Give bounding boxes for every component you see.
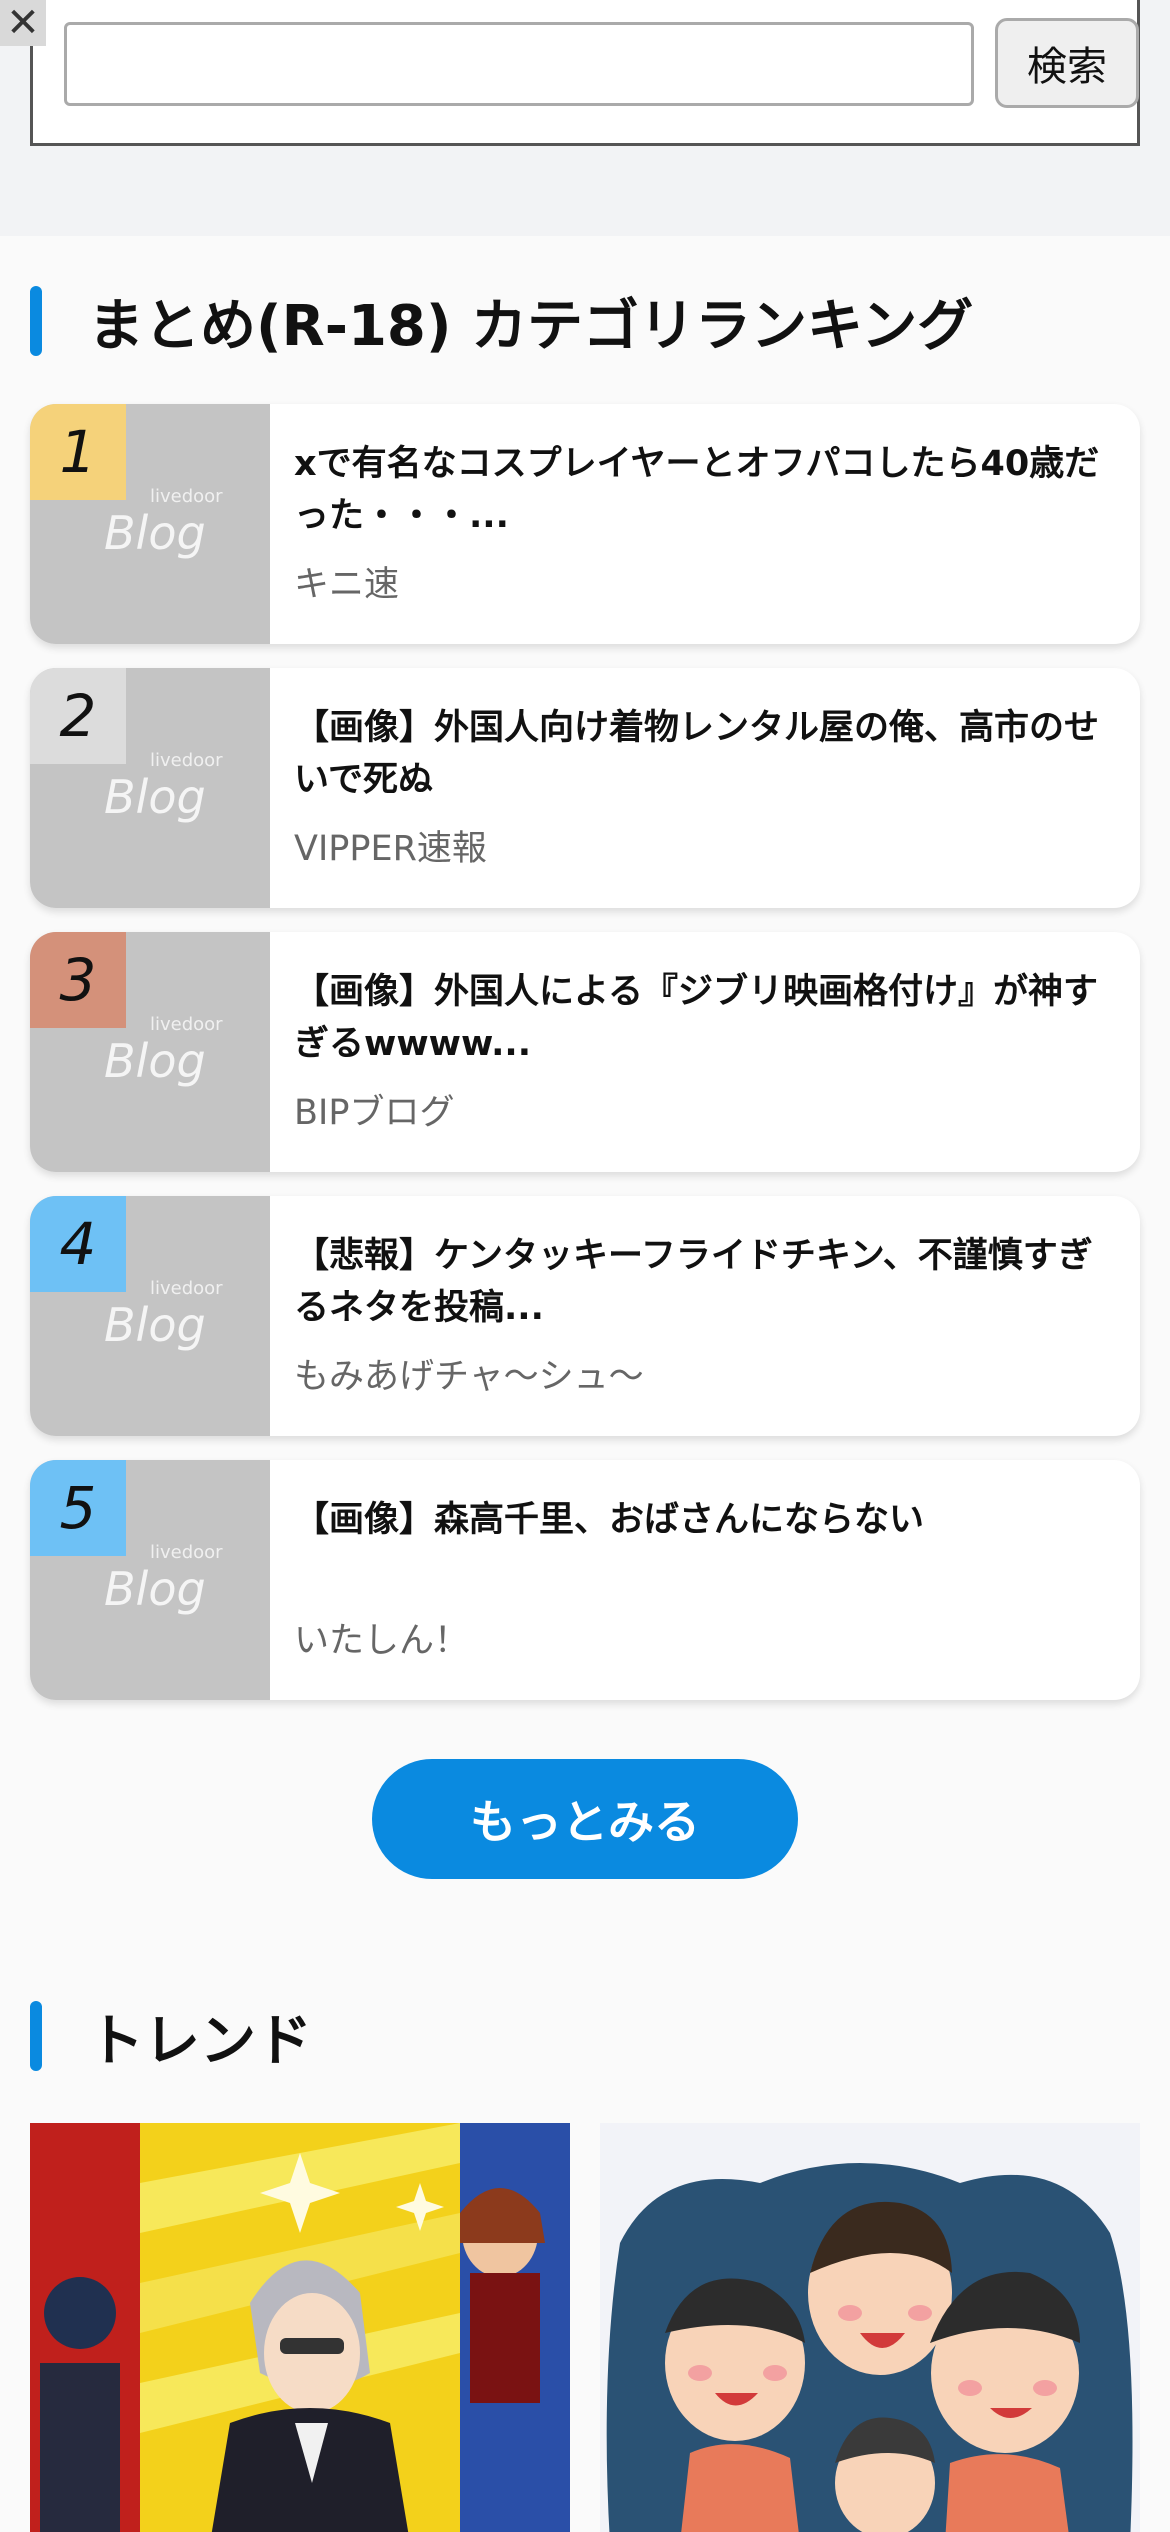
rank-badge: 5 (30, 1460, 126, 1556)
title-accent-bar (30, 286, 42, 356)
thumbnail: livedoor Blog 4 (30, 1196, 270, 1436)
title-accent-bar (30, 2001, 42, 2071)
thumb-brand: livedoor (150, 750, 223, 771)
item-source: もみあげチャ～シュ～ (294, 1357, 644, 1397)
thumb-brand: livedoor (150, 486, 223, 507)
blog-logo: Blog (104, 506, 206, 560)
blog-logo: Blog (104, 1298, 206, 1352)
ranking-item-2[interactable]: livedoor Blog 2 【画像】外国人向け着物レンタル屋の俺、高市のせい… (30, 668, 1140, 908)
search-button[interactable]: 検索 (995, 18, 1139, 108)
trend-image-illustration (600, 2123, 1140, 2532)
ranking-section-title: まとめ(R-18) カテゴリランキング (30, 286, 973, 359)
close-icon[interactable]: ✕ (0, 0, 46, 46)
item-source: キニ速 (294, 565, 400, 605)
main-content: まとめ(R-18) カテゴリランキング livedoor Blog 1 xで有名… (0, 236, 1170, 2532)
thumb-brand: livedoor (150, 1014, 223, 1035)
item-title[interactable]: 【悲報】ケンタッキーフライドチキン、不謹慎すぎるネタを投稿... (294, 1230, 1114, 1334)
thumb-brand: livedoor (150, 1278, 223, 1299)
item-source: BIPブログ (294, 1093, 455, 1133)
trend-image-anime (30, 2123, 570, 2532)
rank-badge: 3 (30, 932, 126, 1028)
thumbnail: livedoor Blog 3 (30, 932, 270, 1172)
trend-grid (30, 2123, 1140, 2532)
search-area: 検索 (0, 0, 1170, 236)
blog-logo: Blog (104, 1562, 206, 1616)
search-input[interactable] (64, 22, 974, 106)
thumbnail: livedoor Blog 5 (30, 1460, 270, 1700)
search-box: 検索 (30, 0, 1140, 146)
ranking-title: まとめ(R-18) カテゴリランキング (88, 293, 974, 359)
thumb-brand: livedoor (150, 1542, 223, 1563)
item-source: VIPPER速報 (294, 829, 487, 869)
thumbnail: livedoor Blog 1 (30, 404, 270, 644)
ranking-item-1[interactable]: livedoor Blog 1 xで有名なコスプレイヤーとオフパコしたら40歳だ… (30, 404, 1140, 644)
trend-title: トレンド (88, 2008, 312, 2074)
blog-logo: Blog (104, 770, 206, 824)
trend-item-2[interactable] (600, 2123, 1140, 2532)
more-button[interactable]: もっとみる (372, 1759, 798, 1879)
item-title[interactable]: 【画像】外国人による『ジブリ映画格付け』が神すぎるwwww... (294, 966, 1114, 1070)
trend-section-title: トレンド (30, 2001, 312, 2074)
item-title[interactable]: 【画像】森高千里、おばさんにならない (294, 1494, 1114, 1598)
blog-logo: Blog (104, 1034, 206, 1088)
ranking-item-3[interactable]: livedoor Blog 3 【画像】外国人による『ジブリ映画格付け』が神すぎ… (30, 932, 1140, 1172)
ranking-item-5[interactable]: livedoor Blog 5 【画像】森高千里、おばさんにならない いたしん！ (30, 1460, 1140, 1700)
rank-badge: 4 (30, 1196, 126, 1292)
rank-badge: 1 (30, 404, 126, 500)
item-source: いたしん！ (294, 1621, 470, 1661)
ranking-item-4[interactable]: livedoor Blog 4 【悲報】ケンタッキーフライドチキン、不謹慎すぎる… (30, 1196, 1140, 1436)
thumbnail: livedoor Blog 2 (30, 668, 270, 908)
item-title[interactable]: 【画像】外国人向け着物レンタル屋の俺、高市のせいで死ぬ (294, 702, 1114, 806)
trend-item-1[interactable] (30, 2123, 570, 2532)
rank-badge: 2 (30, 668, 126, 764)
item-title[interactable]: xで有名なコスプレイヤーとオフパコしたら40歳だった・・・... (294, 438, 1114, 542)
